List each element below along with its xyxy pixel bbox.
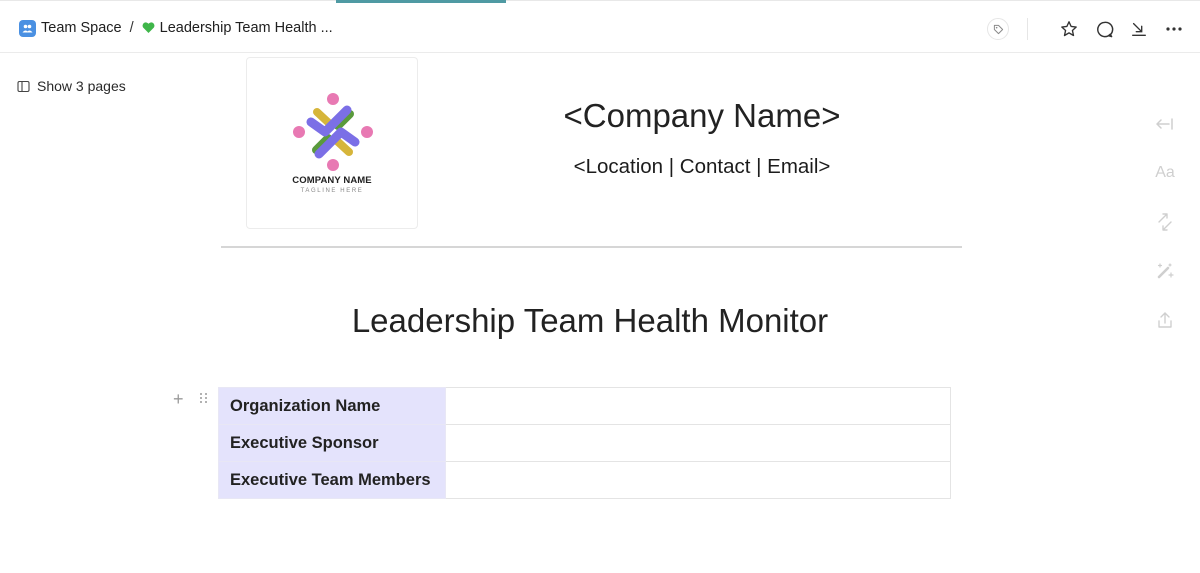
text-format-icon[interactable]: Aa bbox=[1152, 161, 1178, 185]
share-upload-icon[interactable] bbox=[1152, 308, 1178, 332]
breadcrumb-separator: / bbox=[129, 20, 134, 36]
top-actions bbox=[987, 15, 1186, 43]
green-heart-icon bbox=[142, 22, 155, 34]
table-row: Organization Name bbox=[218, 387, 951, 425]
table-label-cell[interactable]: Executive Team Members bbox=[218, 461, 446, 499]
table-value-cell[interactable] bbox=[445, 387, 951, 425]
team-space-icon bbox=[19, 19, 36, 37]
active-tab-indicator bbox=[336, 0, 506, 3]
collapse-left-icon[interactable] bbox=[1152, 112, 1178, 136]
document-title[interactable]: Leadership Team Health Monitor bbox=[290, 302, 890, 340]
sidebar-panel-icon bbox=[17, 80, 30, 93]
table-label-cell[interactable]: Organization Name bbox=[218, 387, 446, 425]
show-pages-button[interactable]: Show 3 pages bbox=[17, 78, 126, 94]
breadcrumb: Team Space / Leadership Team Health ... bbox=[19, 18, 333, 38]
info-table: Organization Name Executive Sponsor Exec… bbox=[218, 387, 951, 499]
table-value-cell[interactable] bbox=[445, 461, 951, 499]
logo-tagline: TAGLINE HERE bbox=[300, 188, 364, 194]
company-contact-info[interactable]: <Location | Contact | Email> bbox=[502, 155, 902, 179]
breadcrumb-current-page[interactable]: Leadership Team Health ... bbox=[160, 20, 333, 36]
breadcrumb-team-space[interactable]: Team Space bbox=[41, 20, 122, 36]
table-row: Executive Team Members bbox=[218, 461, 951, 499]
toolbar-divider bbox=[1027, 18, 1028, 40]
star-icon[interactable] bbox=[1057, 17, 1081, 41]
table-label-cell[interactable]: Executive Sponsor bbox=[218, 424, 446, 462]
logo-company-name: COMPANY NAME bbox=[292, 175, 372, 186]
top-bar: Team Space / Leadership Team Health ... bbox=[0, 0, 1200, 53]
company-logo[interactable]: COMPANY NAME TAGLINE HERE bbox=[246, 57, 418, 229]
magic-wand-icon[interactable] bbox=[1152, 259, 1178, 283]
table-value-cell[interactable] bbox=[445, 424, 951, 462]
table-row: Executive Sponsor bbox=[218, 424, 951, 462]
right-toolbar: Aa bbox=[1152, 112, 1178, 357]
text-format-label: Aa bbox=[1155, 164, 1175, 181]
tag-icon[interactable] bbox=[987, 18, 1009, 40]
add-block-icon[interactable]: + bbox=[173, 390, 187, 408]
swap-icon[interactable] bbox=[1152, 210, 1178, 234]
logo-mark-icon bbox=[293, 93, 373, 171]
download-icon[interactable] bbox=[1127, 17, 1151, 41]
show-pages-label: Show 3 pages bbox=[37, 78, 126, 94]
drag-handle-icon[interactable] bbox=[200, 393, 208, 403]
comment-icon[interactable] bbox=[1092, 17, 1116, 41]
more-icon[interactable] bbox=[1162, 17, 1186, 41]
divider bbox=[221, 246, 962, 248]
company-name-heading[interactable]: <Company Name> bbox=[502, 97, 902, 135]
